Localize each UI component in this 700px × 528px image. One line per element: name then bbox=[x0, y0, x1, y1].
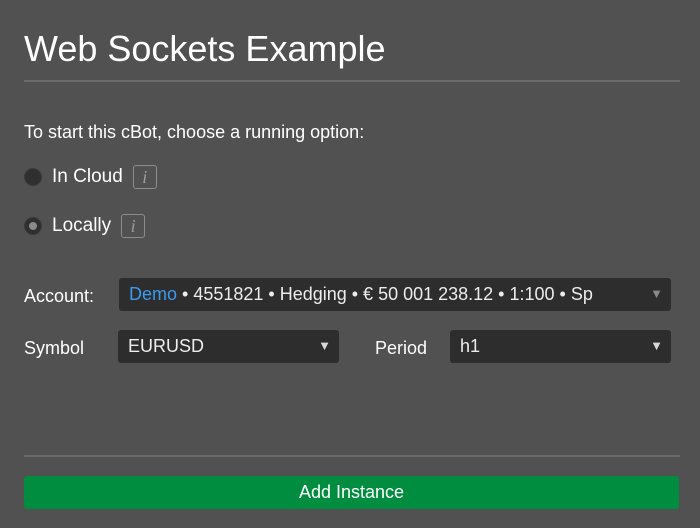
chevron-down-icon: ▼ bbox=[650, 286, 663, 301]
account-details: • 4551821 • Hedging • € 50 001 238.12 • … bbox=[177, 284, 593, 304]
footer-divider bbox=[24, 455, 680, 457]
chevron-down-icon: ▼ bbox=[318, 338, 331, 353]
page-title: Web Sockets Example bbox=[24, 28, 386, 69]
title-divider bbox=[24, 80, 680, 82]
cloud-radio[interactable] bbox=[24, 168, 42, 186]
local-radio[interactable] bbox=[24, 217, 42, 235]
chevron-down-icon: ▼ bbox=[650, 338, 663, 353]
add-instance-button[interactable]: Add Instance bbox=[24, 476, 679, 509]
account-label: Account: bbox=[24, 286, 95, 306]
info-icon[interactable]: i bbox=[132, 165, 157, 189]
run-option-local[interactable]: Locally i bbox=[24, 213, 146, 239]
account-select[interactable]: Demo • 4551821 • Hedging • € 50 001 238.… bbox=[119, 278, 671, 311]
run-option-cloud[interactable]: In Cloud i bbox=[24, 164, 157, 190]
period-value: h1 bbox=[460, 336, 481, 356]
period-select[interactable]: h1 ▼ bbox=[450, 330, 671, 363]
symbol-value: EURUSD bbox=[128, 336, 205, 356]
symbol-select[interactable]: EURUSD ▼ bbox=[118, 330, 339, 363]
run-option-prompt: To start this cBot, choose a running opt… bbox=[24, 122, 365, 142]
symbol-label: Symbol bbox=[24, 338, 85, 358]
radio-selected-dot bbox=[29, 222, 37, 230]
info-icon[interactable]: i bbox=[121, 214, 146, 238]
local-radio-label: Locally bbox=[52, 215, 112, 236]
cloud-radio-label: In Cloud bbox=[52, 166, 123, 187]
period-label: Period bbox=[375, 338, 428, 358]
account-type: Demo bbox=[129, 284, 178, 304]
